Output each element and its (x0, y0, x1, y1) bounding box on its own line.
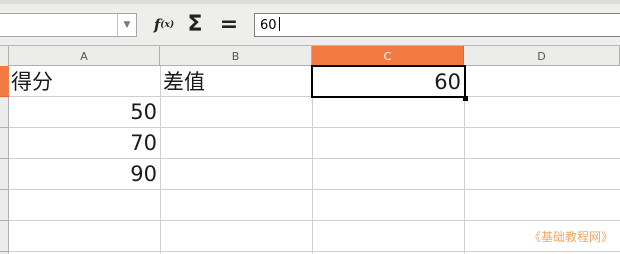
formula-input-text: 60 (260, 18, 277, 33)
row-header-column (0, 46, 9, 254)
formula-toolbar: ▼ f (x) Σ = 60 (0, 0, 620, 46)
spreadsheet-grid[interactable]: A B C D 得分 差值 60 50 70 90 (0, 46, 620, 254)
function-wizard-icon-sub: (x) (160, 20, 175, 30)
formula-button[interactable]: = (216, 10, 242, 38)
row-header-2[interactable] (0, 97, 9, 128)
watermark: 《基础教程网》 (528, 230, 613, 244)
row-gridline (9, 189, 620, 190)
sigma-icon: Σ (187, 11, 203, 37)
cell-a3[interactable]: 70 (9, 128, 160, 158)
row-header-5[interactable] (0, 190, 9, 221)
cell-c1[interactable]: 60 (311, 65, 466, 98)
row-header-3[interactable] (0, 128, 9, 159)
cell-a1[interactable]: 得分 (9, 66, 160, 96)
function-wizard-button[interactable]: f (x) (151, 14, 177, 36)
column-header-b[interactable]: B (160, 46, 312, 66)
name-box-dropdown-icon[interactable]: ▼ (117, 14, 136, 36)
toolbar-top-strip (0, 0, 620, 4)
sum-button[interactable]: Σ (183, 10, 207, 38)
cell-a2[interactable]: 50 (9, 97, 160, 127)
text-caret (278, 17, 280, 31)
column-header-d[interactable]: D (464, 46, 620, 66)
column-header-row: A B C D (0, 46, 620, 66)
fill-handle[interactable] (463, 96, 468, 101)
cell-a4[interactable]: 90 (9, 159, 160, 189)
column-header-a[interactable]: A (9, 46, 160, 66)
row-header-1[interactable] (0, 66, 9, 97)
row-gridline (9, 251, 620, 252)
row-header-4[interactable] (0, 159, 9, 190)
column-header-c[interactable]: C (312, 46, 464, 66)
equals-icon: = (219, 11, 239, 37)
row-gridline (9, 220, 620, 221)
formula-input[interactable]: 60 (254, 13, 620, 37)
cell-b1[interactable]: 差值 (161, 66, 312, 96)
row-header-6[interactable] (0, 221, 9, 252)
